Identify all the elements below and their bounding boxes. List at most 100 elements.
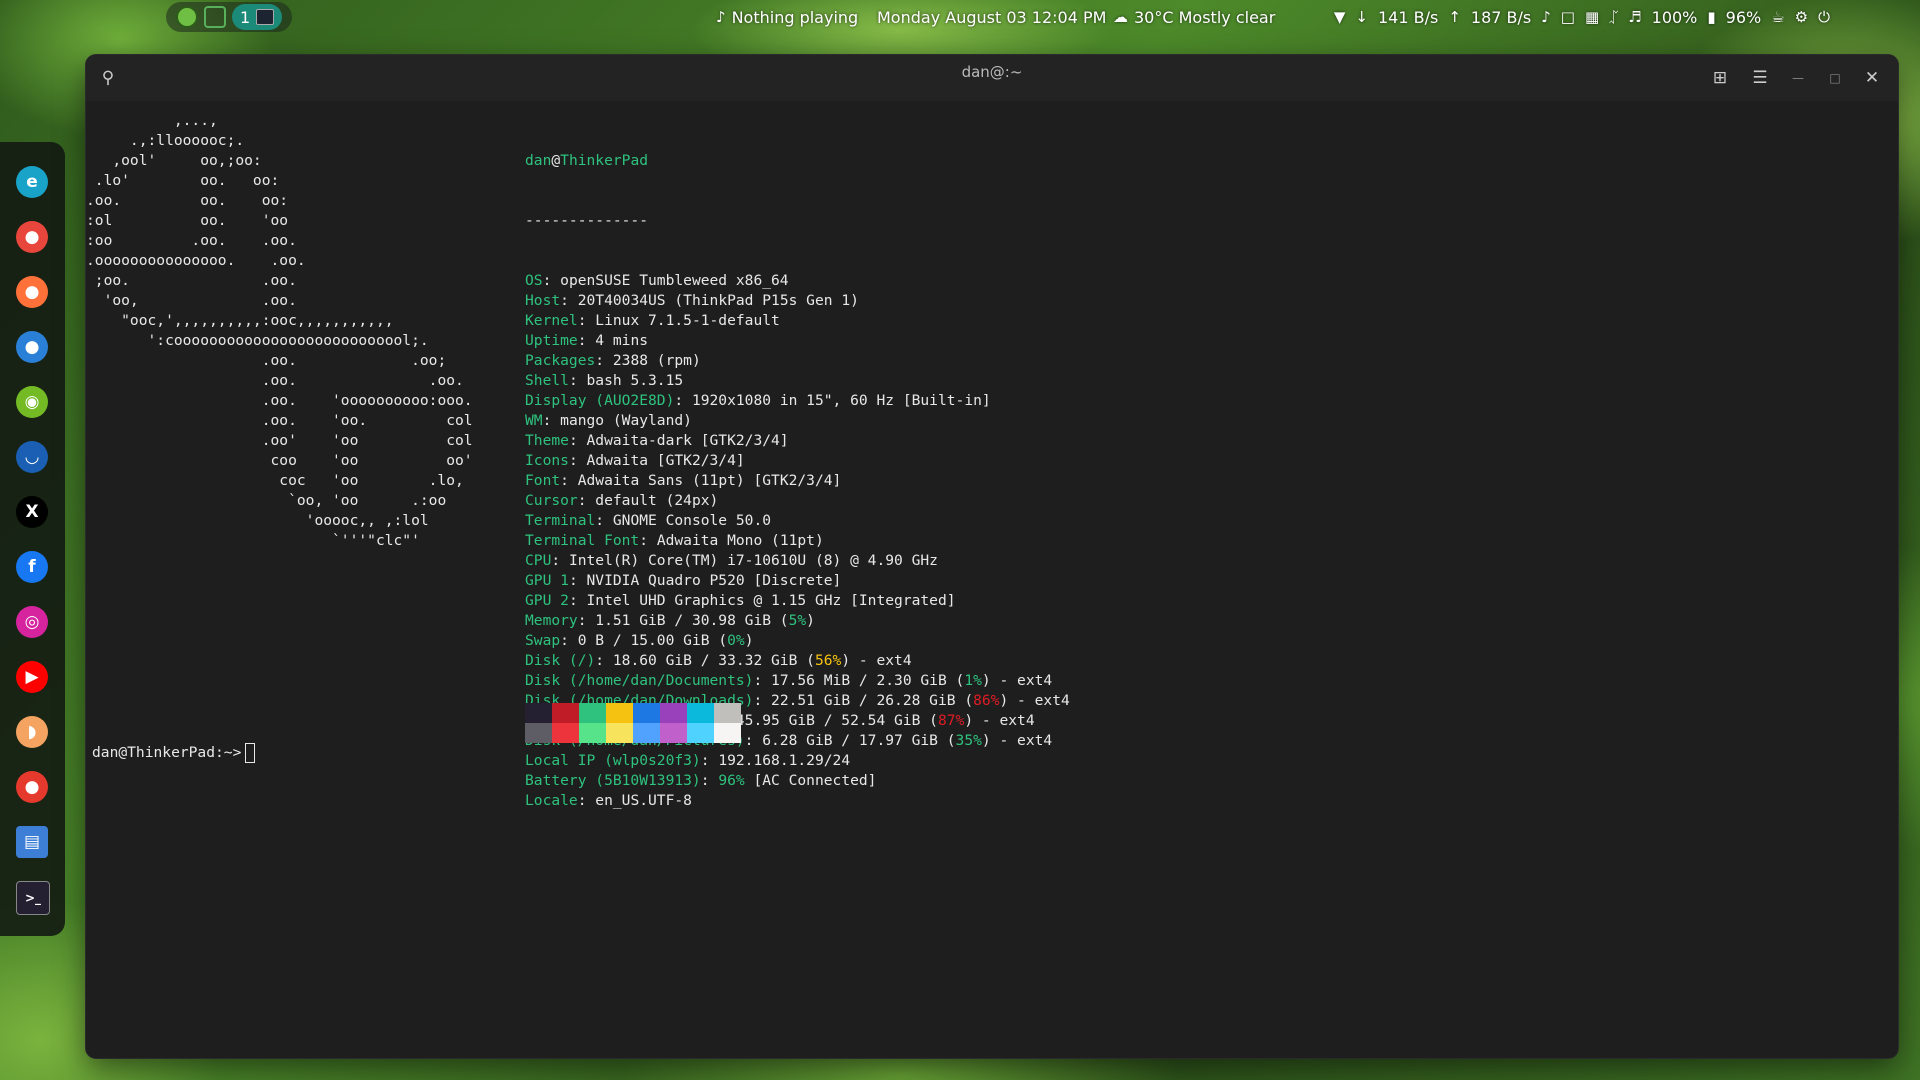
upload-icon: ↑: [1448, 8, 1461, 26]
info-key: Battery (5B10W13913): [525, 772, 701, 789]
terminal-window: ⚲ dan@:~ ⊞ ☰ — □ ✕ ,..., .,:lloooooc;. ,…: [86, 55, 1898, 1058]
info-row: Cursor: default (24px): [525, 492, 719, 509]
media-indicator[interactable]: ♪ Nothing playing: [716, 0, 858, 34]
melon-icon[interactable]: ◗: [16, 716, 48, 748]
info-key: Disk (/home/dan/Documents): [525, 672, 754, 689]
chrome-icon[interactable]: ●: [16, 221, 48, 253]
info-value: en_US.UTF-8: [595, 792, 692, 809]
usage-percent: 86%: [973, 692, 1000, 709]
info-key: Local IP (wlp0s20f3): [525, 752, 701, 769]
weather-indicator[interactable]: ☁ 30°C Mostly clear: [1113, 0, 1275, 34]
palette-swatch: [687, 703, 714, 723]
music-note-icon: ♪: [716, 8, 726, 26]
youtube-icon[interactable]: ▶: [16, 661, 48, 693]
color-palette: [525, 703, 741, 743]
info-key: Theme: [525, 432, 569, 449]
info-row: Theme: Adwaita-dark [GTK2/3/4]: [525, 432, 789, 449]
ascii-logo-line: `'''"clc"': [86, 532, 420, 549]
instagram-icon[interactable]: ◎: [16, 606, 48, 638]
ascii-logo-line: coc 'oo .lo,: [86, 472, 464, 489]
palette-swatch: [579, 703, 606, 723]
ascii-logo-line: :ol oo. 'oo: [86, 212, 289, 229]
volume-level: 100%: [1651, 7, 1698, 27]
palette-swatch: [687, 723, 714, 743]
info-row: Uptime: 4 mins: [525, 332, 649, 349]
info-row: Terminal: GNOME Console 50.0: [525, 512, 772, 529]
hamburger-menu-icon[interactable]: ☰: [1748, 66, 1772, 90]
palette-swatch: [714, 703, 741, 723]
info-value: 1920x1080 in 15", 60 Hz [Built-in]: [691, 392, 991, 409]
x-icon[interactable]: X: [16, 496, 48, 528]
usage-percent: 56%: [814, 652, 842, 669]
info-value: Adwaita-dark [GTK2/3/4]: [586, 432, 789, 449]
palette-swatch: [525, 723, 552, 743]
top-bar: 1 ♪ Nothing playing Monday August 03 12:…: [0, 0, 1920, 34]
user-host-line: dan@ThinkerPad: [525, 151, 1070, 171]
terminal-icon[interactable]: >_: [16, 881, 50, 915]
thunderbird-icon[interactable]: ●: [16, 331, 48, 363]
palette-swatch: [606, 723, 633, 743]
at-sign: @: [551, 152, 561, 169]
shell-prompt[interactable]: dan@ThinkerPad:~>: [92, 743, 256, 763]
clock[interactable]: Monday August 03 12:04 PM: [877, 0, 1106, 34]
text-cursor: [245, 743, 256, 763]
wifi-icon[interactable]: ▼: [1334, 8, 1346, 26]
clipboard-icon[interactable]: ▦: [1585, 8, 1599, 26]
usage-percent: 0%: [727, 632, 745, 649]
info-value-suffix: ) - ext4: [981, 672, 1053, 689]
ascii-logo-line: coo 'oo oo': [86, 452, 473, 469]
facebook-icon[interactable]: f: [16, 551, 48, 583]
palette-swatch: [579, 723, 606, 743]
caffeine-icon[interactable]: ☕: [1771, 8, 1784, 26]
info-key: Locale: [525, 792, 578, 809]
info-row: Display (AUO2E8D): 1920x1080 in 15", 60 …: [525, 392, 991, 409]
ascii-logo-line: .oo' 'oo col: [86, 432, 473, 449]
info-row: Locale: en_US.UTF-8: [525, 792, 692, 809]
power-icon[interactable]: ⏻: [1818, 8, 1830, 26]
bluetooth-icon[interactable]: ᛢ: [1609, 8, 1618, 26]
info-value: bash 5.3.15: [586, 372, 684, 389]
workspace-overview-icon[interactable]: [204, 6, 226, 28]
window-titlebar[interactable]: ⚲ dan@:~ ⊞ ☰ — □ ✕: [86, 55, 1898, 101]
info-value: Adwaita Mono (11pt): [656, 532, 824, 549]
firefox-icon[interactable]: ●: [16, 276, 48, 308]
info-key: Font: [525, 472, 561, 489]
new-tab-icon[interactable]: ⊞: [1708, 66, 1732, 90]
info-key: Disk (/): [525, 652, 596, 669]
opensuse-ascii-logo: ,..., .,:lloooooc;. ,ool' oo,;oo: .lo' o…: [86, 111, 473, 551]
hostname: ThinkerPad: [560, 152, 649, 169]
info-value: Linux 7.1.5-1-default: [595, 312, 780, 329]
info-key: Display (AUO2E8D): [525, 392, 675, 409]
info-key: Terminal Font: [525, 532, 640, 549]
maximize-icon[interactable]: □: [1823, 66, 1847, 90]
info-key: Kernel: [525, 312, 578, 329]
window-title: dan@:~: [961, 63, 1023, 81]
info-value-suffix: ): [744, 632, 754, 649]
volume-icon[interactable]: ♬: [1628, 8, 1641, 26]
info-value-suffix: ) - ext4: [981, 732, 1053, 749]
battery-icon[interactable]: ▮: [1707, 8, 1715, 26]
ascii-logo-line: ':cooooooooooooooooooooooooool;.: [86, 332, 429, 349]
tomato-icon[interactable]: ●: [16, 771, 48, 803]
document-viewer-icon[interactable]: ▤: [16, 826, 48, 858]
notification-bell-icon[interactable]: ♪: [1541, 8, 1551, 26]
info-key: WM: [525, 412, 543, 429]
usage-percent: 1%: [964, 672, 982, 689]
screenshot-icon[interactable]: □: [1561, 8, 1575, 26]
info-key: OS: [525, 272, 543, 289]
edge-icon[interactable]: e: [16, 166, 48, 198]
opensuse-icon[interactable]: ◉: [16, 386, 48, 418]
download-icon: ↓: [1355, 8, 1368, 26]
close-icon[interactable]: ✕: [1860, 66, 1884, 90]
mail-icon[interactable]: ◡: [16, 441, 48, 473]
info-key: Memory: [525, 612, 578, 629]
workspace-1-button[interactable]: 1: [232, 4, 283, 30]
minimize-icon[interactable]: —: [1786, 66, 1810, 90]
settings-gear-icon[interactable]: ⚙: [1795, 8, 1808, 26]
info-key: GPU 2: [525, 592, 569, 609]
opensuse-menu-icon[interactable]: [176, 6, 198, 28]
weather-partly-cloudy-icon: ☁: [1113, 8, 1128, 26]
ascii-logo-line: `oo, 'oo .:oo: [86, 492, 447, 509]
usage-percent: 96%: [718, 772, 745, 789]
ascii-logo-line: .lo' oo. oo:: [86, 172, 280, 189]
